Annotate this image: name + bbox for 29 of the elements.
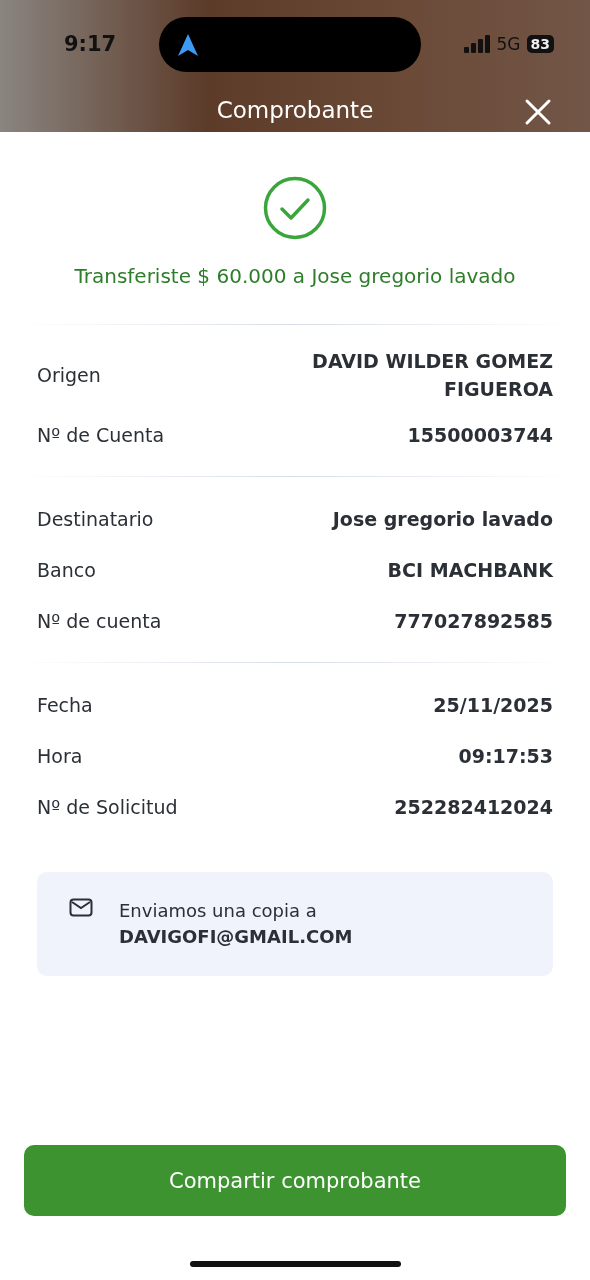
battery-level: 83 — [526, 35, 554, 53]
navigation-arrow-icon — [177, 32, 199, 57]
status-time: 9:17 — [64, 32, 118, 56]
signal-icon — [463, 35, 491, 53]
network-label: 5G — [496, 34, 521, 54]
detail-value: 09:17:53 — [458, 743, 553, 769]
detail-value: 252282412024 — [394, 794, 553, 820]
detail-label: Banco — [37, 558, 96, 581]
detail-label: Hora — [37, 744, 83, 767]
email-address: DAVIGOFI@GMAIL.COM — [119, 925, 353, 949]
check-circle-icon — [263, 176, 327, 240]
detail-value: DAVID WILDER GOMEZ FIGUEROA — [311, 349, 553, 402]
detail-value: 777027892585 — [394, 608, 553, 634]
envelope-icon — [69, 898, 93, 917]
transfer-message: Transferiste $ 60.000 a Jose gregorio lavado — [74, 264, 516, 288]
detail-label: Origen — [37, 364, 101, 386]
email-notice-text: Enviamos una copia a — [119, 899, 318, 923]
detail-label: Nº de cuenta — [37, 609, 162, 632]
detail-label: Nº de Solicitud — [37, 795, 178, 818]
screen-title: Comprobante — [216, 97, 374, 123]
detail-label: Destinatario — [37, 507, 154, 530]
detail-value: Jose gregorio lavado — [332, 506, 553, 532]
detail-label: Nº de Cuenta — [37, 423, 165, 446]
detail-value: 25/11/2025 — [433, 692, 553, 718]
detail-value: 15500003744 — [407, 422, 553, 448]
detail-label: Fecha — [37, 693, 93, 716]
close-button[interactable] — [524, 98, 552, 126]
share-receipt-button[interactable]: Compartir comprobante — [24, 1145, 566, 1216]
detail-value: BCI MACHBANK — [387, 557, 553, 583]
